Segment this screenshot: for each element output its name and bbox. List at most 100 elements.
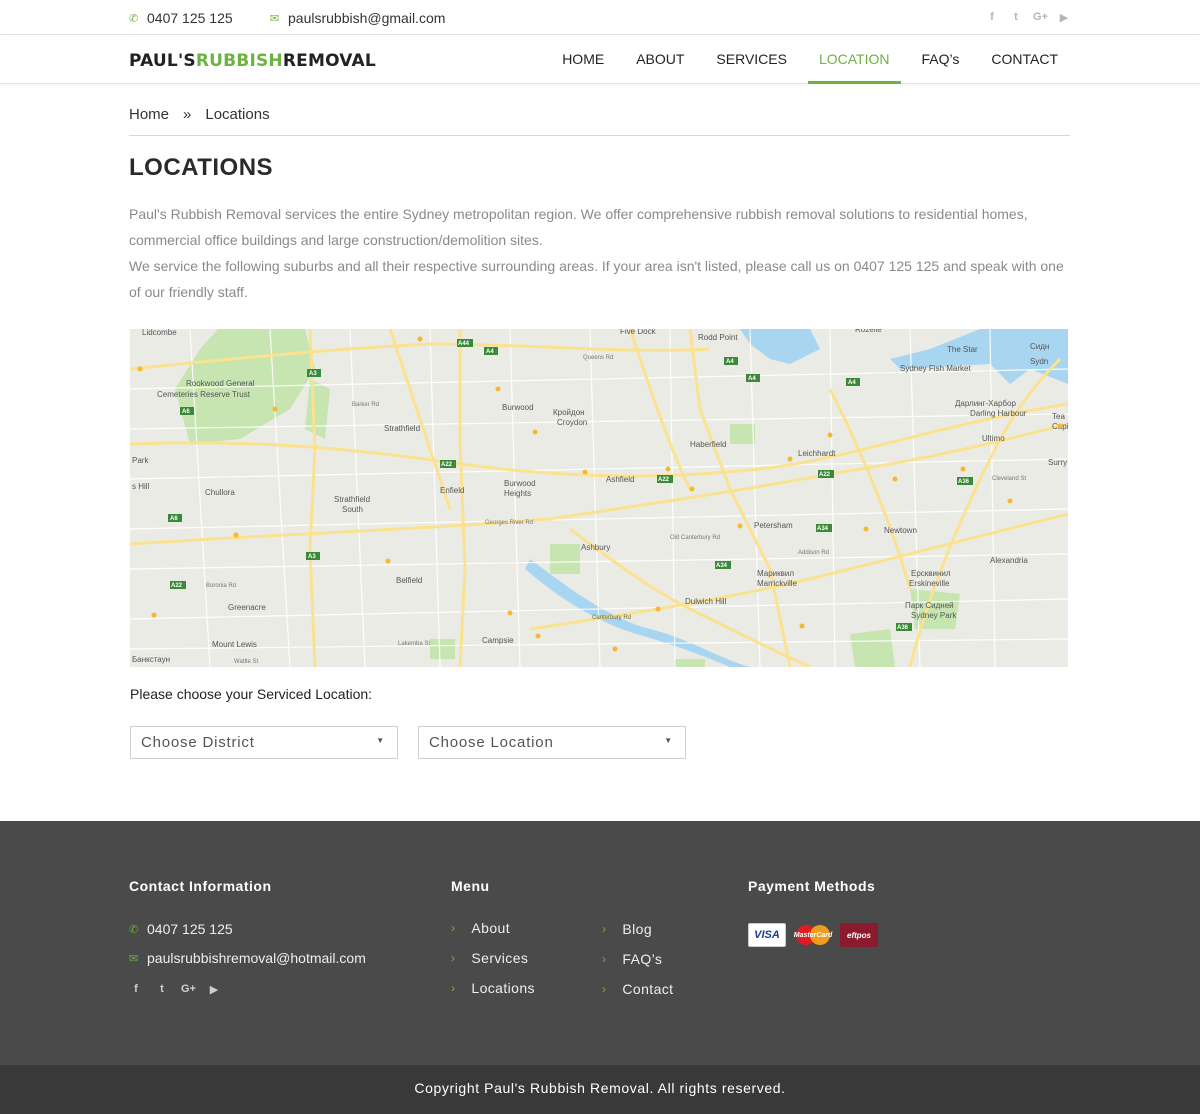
chevron-right-icon: › <box>451 921 456 935</box>
location-map[interactable]: A3 A6 A6 A3 A22 A22 A22 A22 A44 A4 A4 A4… <box>130 329 1068 667</box>
location-select[interactable]: Choose Location ▼ <box>418 726 686 759</box>
logo-part-pauls: PAUL'S <box>129 51 196 71</box>
svg-text:Petersham: Petersham <box>754 521 793 530</box>
nav-faqs[interactable]: FAQ’s <box>911 36 971 84</box>
top-phone[interactable]: ✆ 0407 125 125 <box>129 10 233 26</box>
nav-location[interactable]: LOCATION <box>807 36 901 84</box>
svg-text:Boronia Rd: Boronia Rd <box>206 583 236 589</box>
phone-icon: ✆ <box>129 923 139 936</box>
svg-text:Tea: Tea <box>1052 412 1065 421</box>
top-email[interactable]: ✉ paulsrubbish@gmail.com <box>270 10 445 26</box>
svg-text:Five Dock: Five Dock <box>620 329 657 336</box>
svg-text:Dulwich Hill: Dulwich Hill <box>685 597 727 606</box>
google-plus-icon[interactable]: G+ <box>1033 11 1048 24</box>
footer-link-about[interactable]: › About <box>451 920 510 936</box>
footer-contact-heading: Contact Information <box>129 878 272 894</box>
nav-home[interactable]: HOME <box>551 36 615 84</box>
svg-text:Canterbury Rd: Canterbury Rd <box>592 615 631 621</box>
map-label: Lidcombe <box>142 329 177 337</box>
chevron-right-icon: › <box>451 981 456 995</box>
footer-link-label: Contact <box>622 981 674 997</box>
svg-text:Burwood: Burwood <box>502 403 534 412</box>
twitter-icon[interactable]: t <box>155 983 169 996</box>
footer-link-services[interactable]: › Services <box>451 950 528 966</box>
svg-text:Сидн: Сидн <box>1030 342 1049 351</box>
visa-label: VISA <box>754 929 780 941</box>
svg-text:A36: A36 <box>958 479 970 485</box>
twitter-icon[interactable]: t <box>1009 11 1023 24</box>
svg-text:A22: A22 <box>441 462 453 468</box>
chevron-right-icon: › <box>602 982 607 996</box>
svg-text:Queens Rd: Queens Rd <box>583 355 613 361</box>
footer-link-locations[interactable]: › Locations <box>451 980 535 996</box>
location-select-value: Choose Location <box>429 734 554 751</box>
breadcrumb-current: Locations <box>205 106 270 123</box>
footer-link-label: Locations <box>471 980 535 996</box>
svg-text:Addison Rd: Addison Rd <box>798 550 829 556</box>
copyright-bar: Copyright Paul's Rubbish Removal. All ri… <box>0 1065 1200 1114</box>
site-logo[interactable]: PAUL'SRUBBISHREMOVAL <box>129 51 376 71</box>
svg-text:Erskineville: Erskineville <box>909 579 950 588</box>
payment-methods: VISA MasterCard eftpos <box>748 923 878 947</box>
svg-text:Newtown: Newtown <box>884 526 917 535</box>
logo-part-rubbish: RUBBISH <box>195 51 283 71</box>
svg-text:Мариквил: Мариквил <box>757 569 794 578</box>
footer-link-blog[interactable]: › Blog <box>602 921 652 937</box>
footer-link-label: Blog <box>622 921 653 937</box>
youtube-icon[interactable]: ▶ <box>207 983 221 996</box>
footer-email[interactable]: ✉ paulsrubbishremoval@hotmail.com <box>129 950 366 966</box>
youtube-icon[interactable]: ▶ <box>1057 11 1071 24</box>
svg-text:Ashfield: Ashfield <box>606 475 634 484</box>
svg-text:Alexandria: Alexandria <box>990 556 1028 565</box>
svg-text:Ерсквинил: Ерсквинил <box>911 569 951 578</box>
footer-phone-text: 0407 125 125 <box>147 921 233 937</box>
svg-text:A4: A4 <box>486 349 494 355</box>
svg-text:Rodd Point: Rodd Point <box>698 333 738 342</box>
nav-services[interactable]: SERVICES <box>705 36 798 84</box>
facebook-icon[interactable]: f <box>985 11 999 24</box>
svg-text:Ultimo: Ultimo <box>982 434 1005 443</box>
svg-text:Rozelle: Rozelle <box>855 329 882 334</box>
district-select[interactable]: Choose District ▼ <box>130 726 398 759</box>
chevron-right-icon: › <box>602 952 607 966</box>
svg-text:Greenacre: Greenacre <box>228 603 266 612</box>
svg-text:Surry: Surry <box>1048 458 1067 467</box>
eftpos-icon: eftpos <box>840 923 878 947</box>
footer-phone[interactable]: ✆ 0407 125 125 <box>129 921 233 937</box>
svg-text:Mount Lewis: Mount Lewis <box>212 640 257 649</box>
chevron-right-icon: › <box>602 922 607 936</box>
svg-text:s Hill: s Hill <box>132 482 150 491</box>
svg-text:Cleveland St: Cleveland St <box>992 476 1026 482</box>
svg-text:Belfield: Belfield <box>396 576 422 585</box>
footer-link-faqs[interactable]: › FAQ’s <box>602 951 662 967</box>
svg-text:A4: A4 <box>726 359 734 365</box>
svg-text:A3: A3 <box>308 554 316 560</box>
svg-text:A36: A36 <box>897 625 909 631</box>
breadcrumb-home[interactable]: Home <box>129 106 169 135</box>
mastercard-label: MasterCard <box>793 931 833 939</box>
svg-text:Haberfield: Haberfield <box>690 440 726 449</box>
svg-text:Georges River Rd: Georges River Rd <box>485 520 533 526</box>
top-bar: ✆ 0407 125 125 ✉ paulsrubbish@gmail.com … <box>0 0 1200 35</box>
nav-contact[interactable]: CONTACT <box>980 36 1069 84</box>
svg-text:Ashbury: Ashbury <box>581 543 610 552</box>
footer: Contact Information ✆ 0407 125 125 ✉ pau… <box>0 821 1200 1065</box>
mastercard-icon: MasterCard <box>794 923 832 947</box>
svg-text:A34: A34 <box>716 563 728 569</box>
nav-about[interactable]: ABOUT <box>625 36 695 84</box>
footer-link-label: Services <box>471 950 529 966</box>
google-plus-icon[interactable]: G+ <box>181 983 196 996</box>
svg-text:Lakemba St: Lakemba St <box>398 641 430 647</box>
footer-menu-heading: Menu <box>451 878 490 894</box>
facebook-icon[interactable]: f <box>129 983 143 996</box>
visa-icon: VISA <box>748 923 786 947</box>
footer-link-contact[interactable]: › Contact <box>602 981 673 997</box>
svg-text:A34: A34 <box>817 526 829 532</box>
svg-text:A4: A4 <box>848 380 856 386</box>
svg-text:Sydney Park: Sydney Park <box>911 611 957 620</box>
choose-location-label: Please choose your Serviced Location: <box>130 686 373 702</box>
footer-link-label: About <box>471 920 510 936</box>
footer-link-label: FAQ’s <box>622 951 663 967</box>
intro-paragraph-1: Paul's Rubbish Removal services the enti… <box>129 206 1028 248</box>
svg-text:Кройдон: Кройдон <box>553 408 585 417</box>
